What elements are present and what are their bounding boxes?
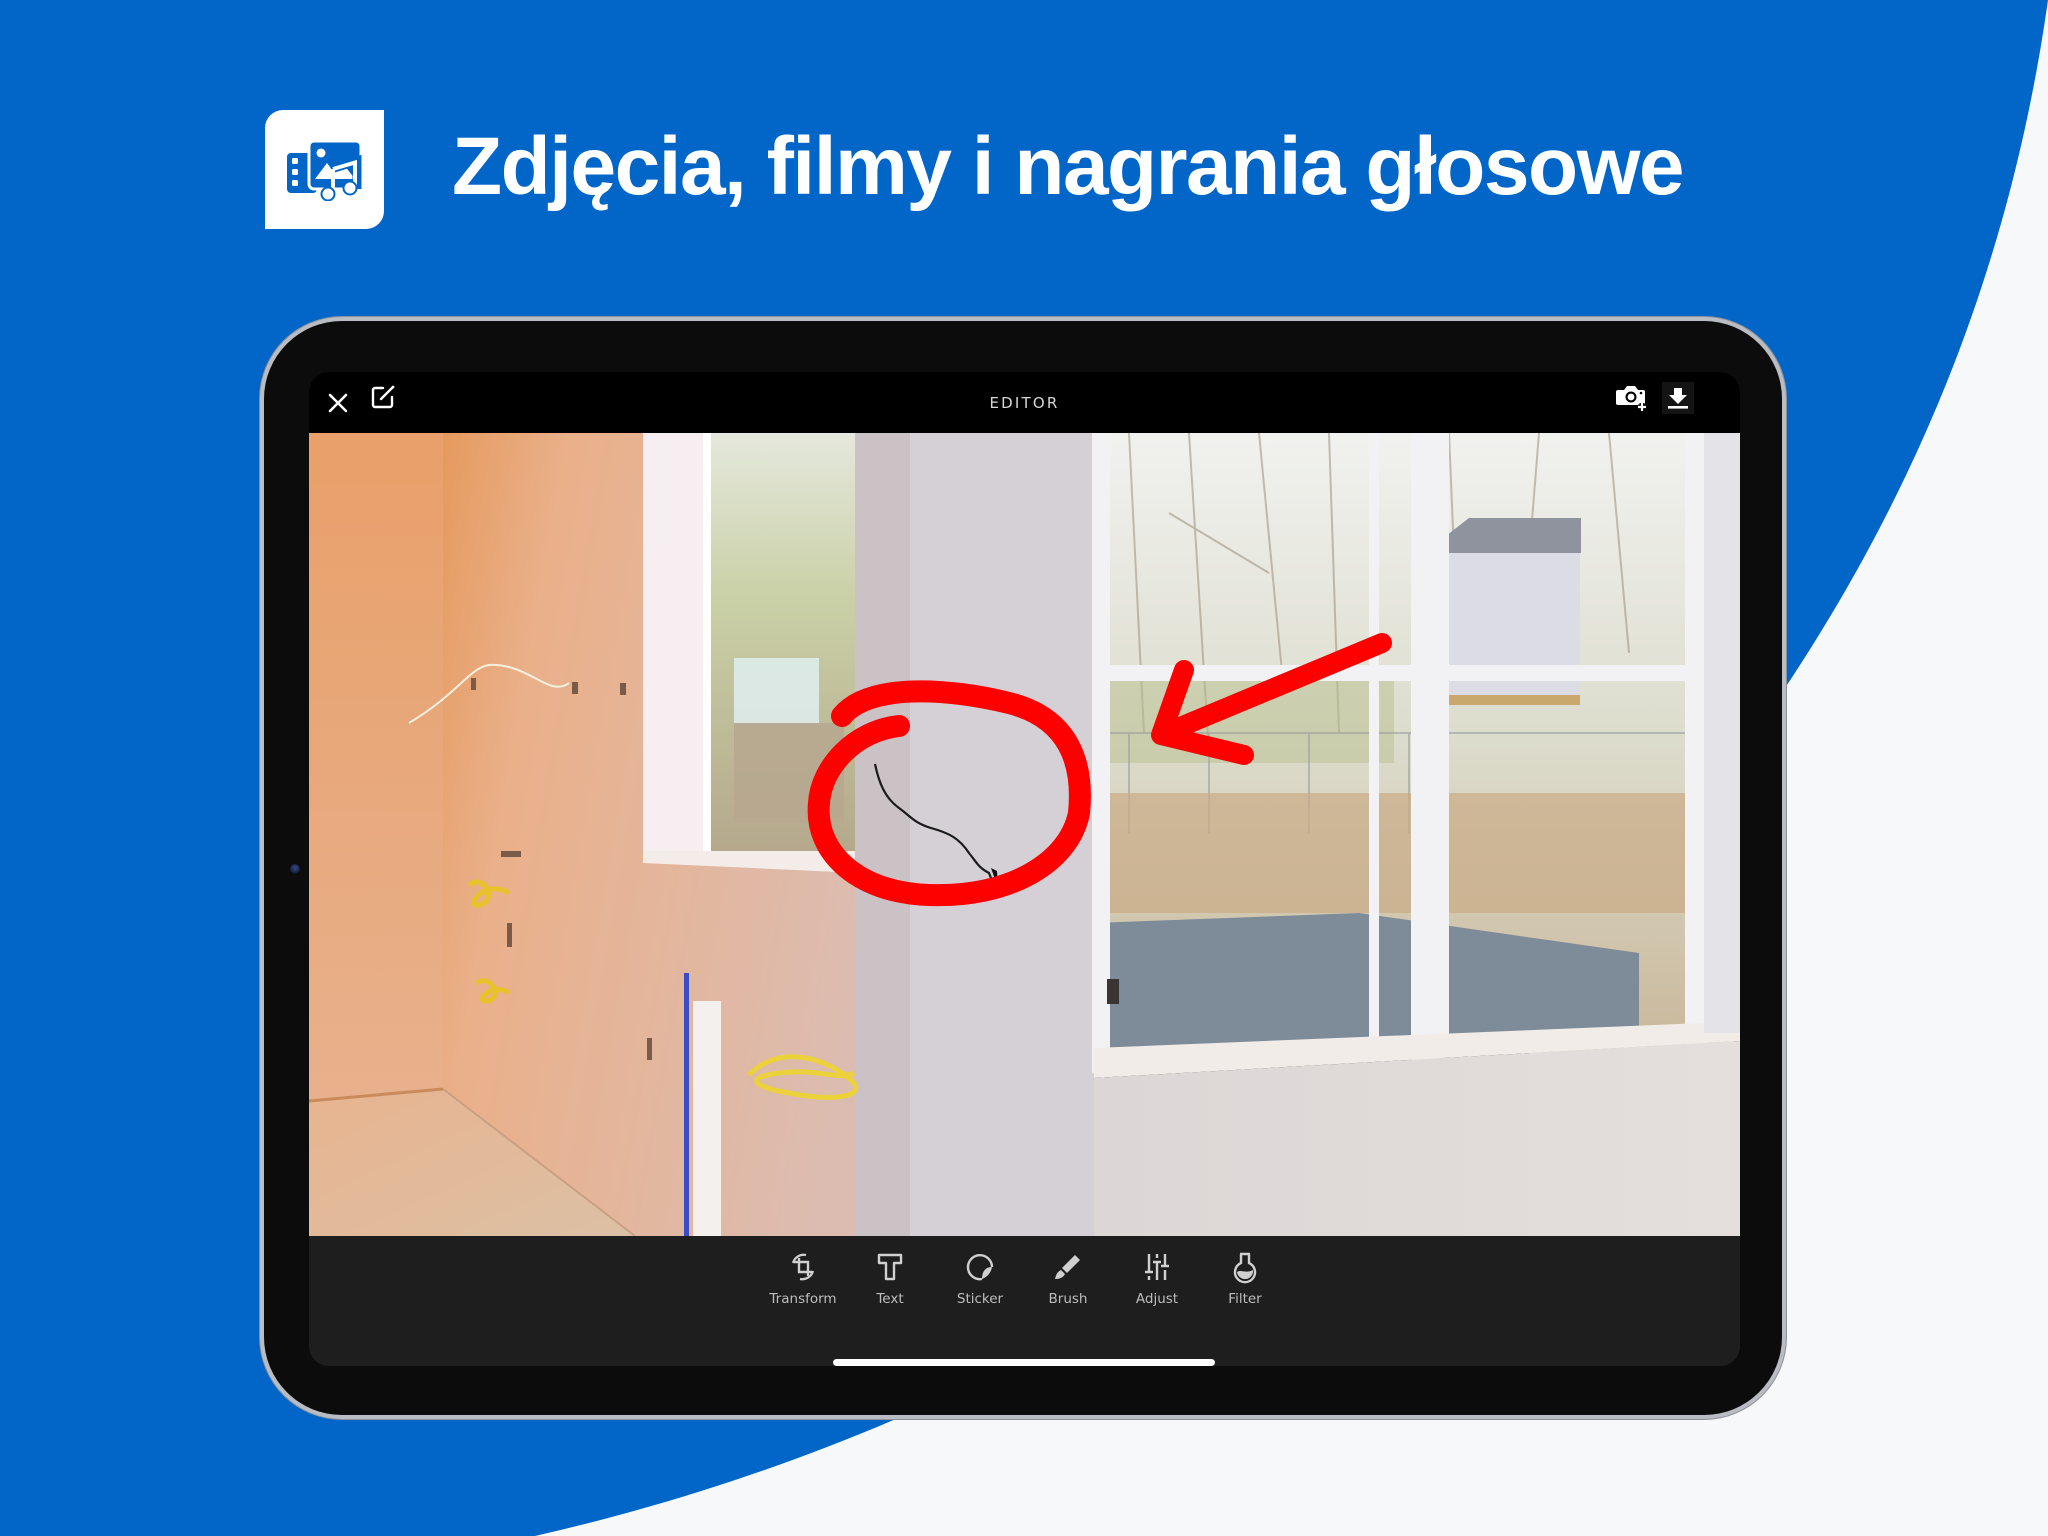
- editor-title: EDITOR: [989, 394, 1060, 412]
- brush-icon: [1055, 1255, 1080, 1279]
- tablet-device: EDITOR Transform Text Sticker Brush Adju…: [264, 321, 1782, 1415]
- tool-filter[interactable]: Filter: [1200, 1250, 1290, 1320]
- tool-brush[interactable]: Brush: [1023, 1250, 1113, 1320]
- tool-label: Adjust: [1135, 1291, 1179, 1307]
- tool-label: Filter: [1228, 1291, 1262, 1307]
- add-photo-button[interactable]: [1615, 380, 1649, 414]
- home-indicator[interactable]: [833, 1359, 1215, 1366]
- crop-rotate-icon: [791, 1253, 815, 1281]
- tool-label: Transform: [769, 1291, 837, 1307]
- tool-adjust[interactable]: Adjust: [1112, 1250, 1202, 1320]
- media-gallery-icon: [286, 139, 362, 201]
- photo-column-side: [855, 433, 911, 1236]
- flask-icon: [1233, 1252, 1257, 1284]
- tool-transform[interactable]: Transform: [758, 1250, 848, 1320]
- editor-screen: EDITOR Transform Text Sticker Brush Adju…: [309, 372, 1740, 1366]
- photo-white-pipe: [693, 1001, 721, 1236]
- text-icon: [877, 1253, 903, 1281]
- tool-text[interactable]: Text: [845, 1250, 935, 1320]
- photo-outlet-hole: [1107, 979, 1119, 1004]
- tool-label: Brush: [1048, 1291, 1088, 1307]
- front-camera-dot: [290, 864, 300, 874]
- sticker-icon: [966, 1253, 994, 1281]
- add-photo-camera-icon: [1616, 386, 1646, 411]
- photo-canvas[interactable]: [309, 433, 1740, 1236]
- download-icon: [1668, 388, 1688, 409]
- sliders-icon: [1145, 1254, 1169, 1280]
- photo-left-window-jamb: [643, 433, 713, 858]
- page-headline: Zdjęcia, filmy i nagrania głosowe: [452, 121, 1684, 212]
- tool-label: Text: [876, 1291, 904, 1307]
- tool-label: Sticker: [956, 1291, 1004, 1307]
- tool-sticker[interactable]: Sticker: [935, 1250, 1025, 1320]
- photo-blue-conduit: [684, 973, 689, 1236]
- editor-toolbar: Transform Text Sticker Brush Adjust Filt…: [309, 1236, 1740, 1366]
- app-badge: [265, 110, 384, 229]
- editor-top-bar: EDITOR: [309, 372, 1740, 433]
- download-button[interactable]: [1662, 382, 1694, 414]
